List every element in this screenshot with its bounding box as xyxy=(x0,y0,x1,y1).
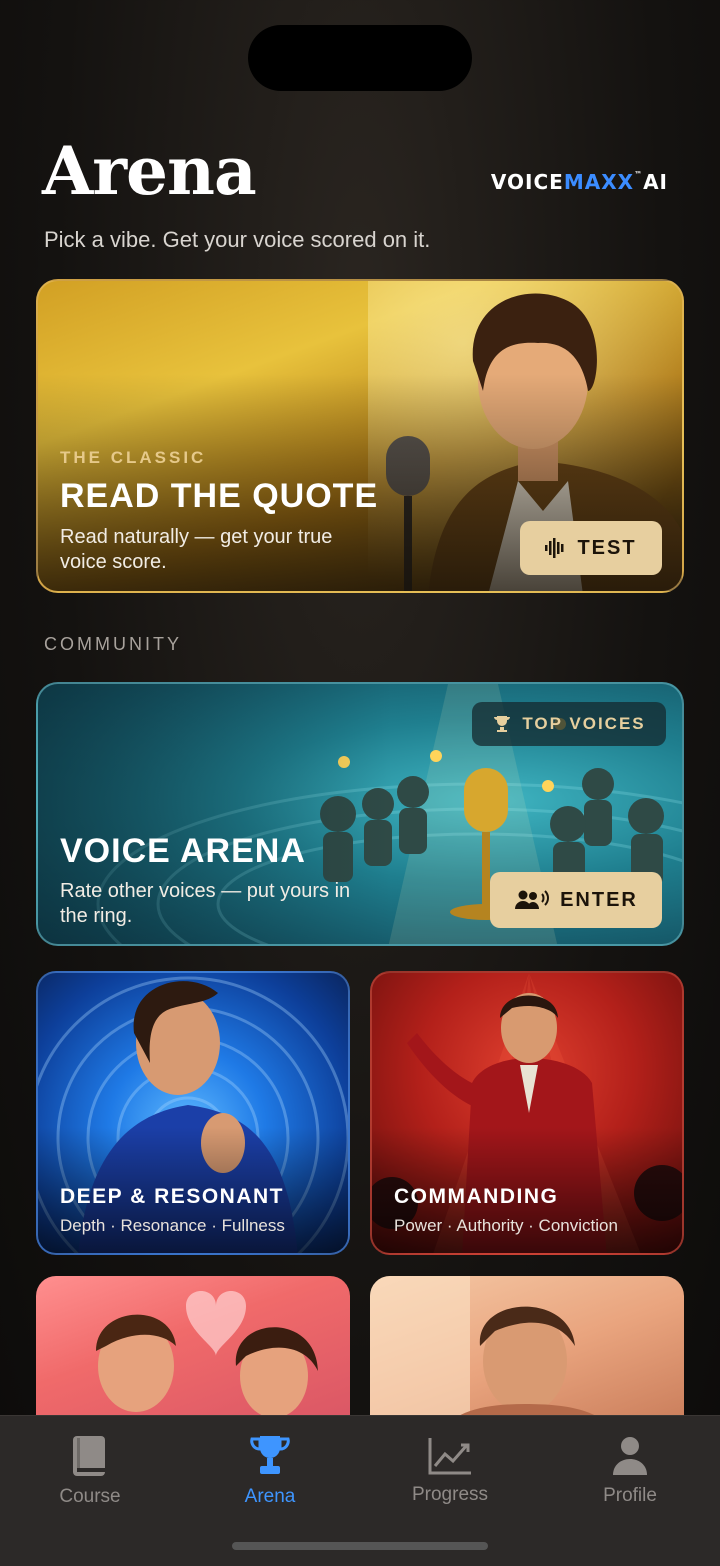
tab-label: Course xyxy=(59,1486,121,1507)
tab-label: Arena xyxy=(244,1486,296,1507)
vibe-tile-warm-romantic[interactable] xyxy=(36,1276,350,1436)
card-title: READ THE QUOTE xyxy=(60,477,379,515)
section-label-community: COMMUNITY xyxy=(44,634,182,654)
top-voices-badge[interactable]: TOP VOICES xyxy=(472,702,666,746)
book-icon xyxy=(73,1436,105,1476)
dynamic-island xyxy=(248,25,472,91)
friendly-man-illustration xyxy=(370,1276,615,1436)
test-button[interactable]: TEST xyxy=(520,521,662,575)
tab-progress[interactable]: Progress xyxy=(360,1416,540,1526)
page-subtitle: Pick a vibe. Get your voice scored on it… xyxy=(44,227,431,252)
vibe-tile-warm-friendly[interactable] xyxy=(370,1276,684,1436)
tab-label: Progress xyxy=(411,1484,489,1505)
card-description: Read naturally — get your true voice sco… xyxy=(60,526,333,573)
card-eyebrow: THE CLASSIC xyxy=(60,448,207,467)
person-icon xyxy=(613,1437,647,1475)
tab-course[interactable]: Course xyxy=(0,1416,180,1526)
tab-profile[interactable]: Profile xyxy=(540,1416,720,1526)
vibe-tile-deep-resonant[interactable]: DEEP & RESONANT Depth · Resonance · Full… xyxy=(36,971,350,1255)
tab-bar: Course Arena Progress Profile xyxy=(0,1415,720,1566)
tile-tags: Power · Authority · Conviction xyxy=(394,1216,618,1235)
tab-label: Profile xyxy=(603,1485,657,1506)
vibe-tile-commanding[interactable]: COMMANDING Power · Authority · Convictio… xyxy=(370,971,684,1255)
read-the-quote-card[interactable]: THE CLASSIC READ THE QUOTE Read naturall… xyxy=(36,279,684,593)
tab-arena[interactable]: Arena xyxy=(180,1416,360,1526)
trophy-icon xyxy=(494,716,511,732)
home-indicator xyxy=(232,1542,488,1550)
voice-arena-card[interactable]: TOP VOICES VOICE ARENA Rate other voices… xyxy=(36,682,684,946)
couple-illustration xyxy=(96,1291,318,1418)
tile-tags: Depth · Resonance · Fullness xyxy=(60,1216,285,1235)
enter-button[interactable]: ENTER xyxy=(490,872,662,928)
card-title: VOICE ARENA xyxy=(60,832,306,870)
trophy-icon xyxy=(250,1436,290,1474)
chart-icon xyxy=(428,1438,471,1475)
card-description: Rate other voices — put yours in the rin… xyxy=(60,880,351,927)
page-title: Arena xyxy=(42,132,257,210)
waveform-icon xyxy=(545,538,564,558)
tile-title: DEEP & RESONANT xyxy=(60,1185,284,1208)
group-voice-icon xyxy=(515,890,550,909)
tile-title: COMMANDING xyxy=(394,1185,559,1208)
brand-logo: VOICEMAXX™AI xyxy=(490,170,668,194)
